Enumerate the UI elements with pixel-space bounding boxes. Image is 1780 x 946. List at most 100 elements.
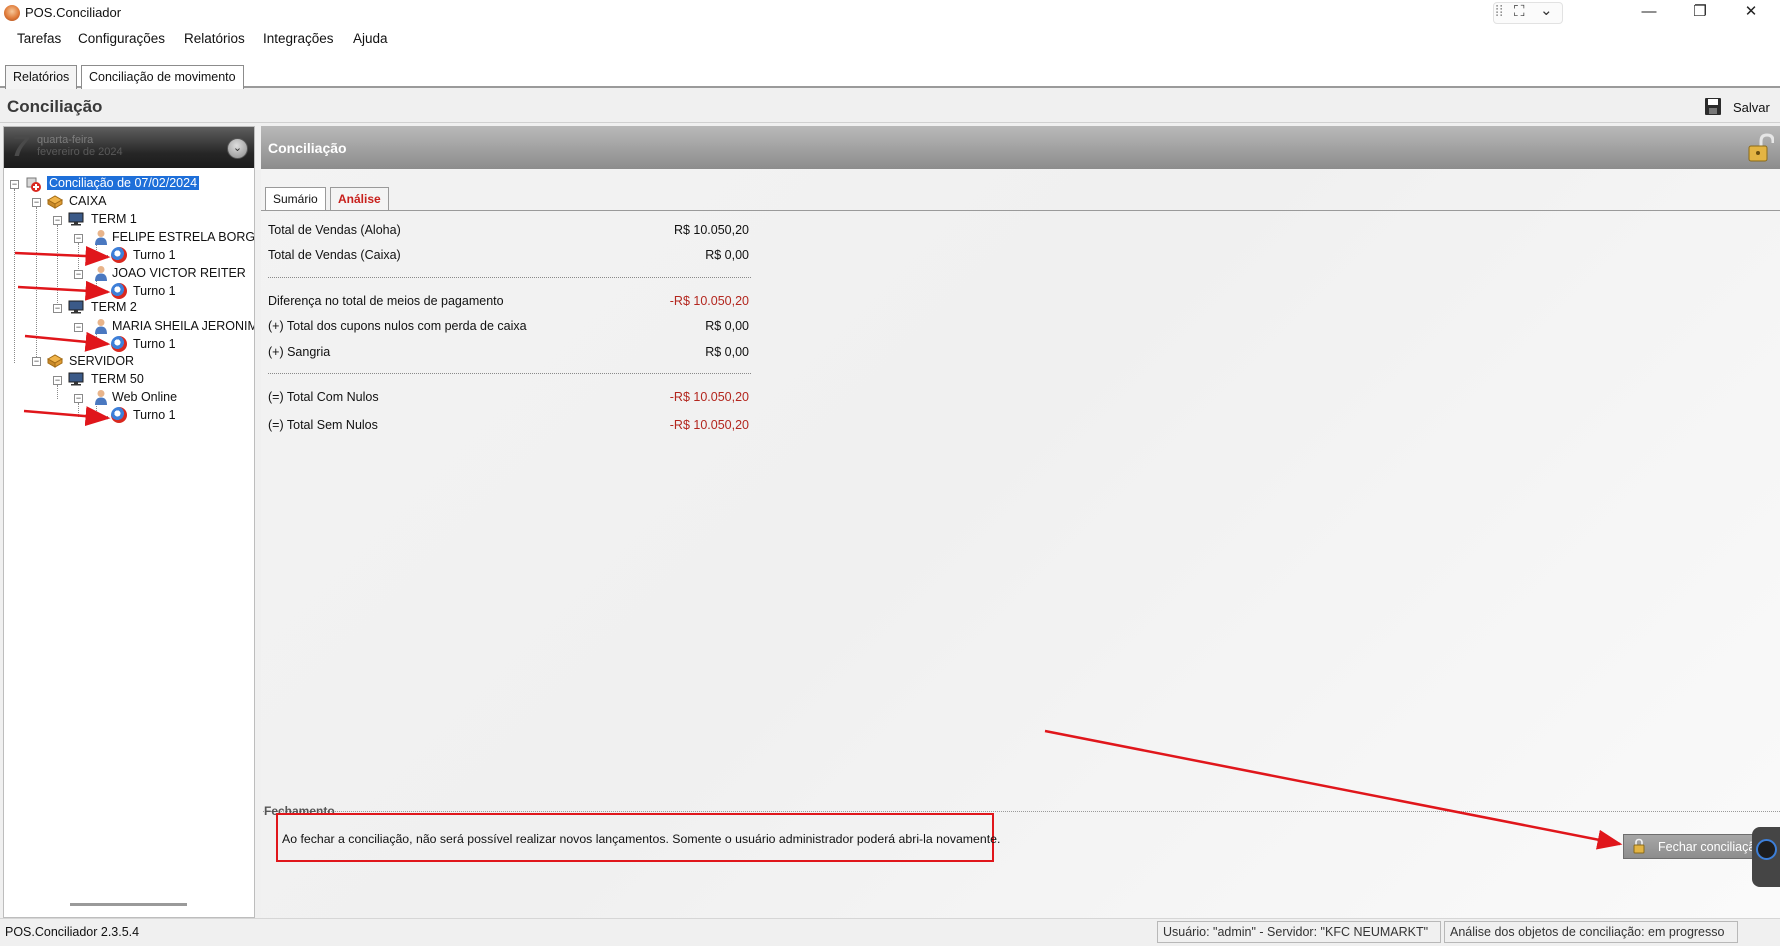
tree-node-term2[interactable]: TERM 2 xyxy=(91,300,137,314)
summary-value-cupons-nulos: R$ 0,00 xyxy=(705,319,749,333)
server-box-icon xyxy=(47,354,63,368)
tree-node-term1[interactable]: TERM 1 xyxy=(91,212,137,226)
fechar-conciliacao-label[interactable]: Fechar conciliação xyxy=(1658,840,1756,854)
fechamento-warning-text: Ao fechar a conciliação, não será possív… xyxy=(282,832,1001,846)
tab-relatorios[interactable]: Relatórios xyxy=(5,65,78,89)
restore-button[interactable]: ❐ xyxy=(1677,0,1723,26)
menu-relatorios[interactable]: Relatórios xyxy=(184,31,245,46)
cash-box-icon xyxy=(47,195,63,209)
summary-label-diferenca: Diferença no total de meios de pagamento xyxy=(268,294,504,308)
expand-icon[interactable]: ⛶ xyxy=(1514,3,1525,20)
tree-collapse-toggle[interactable]: − xyxy=(53,304,62,313)
calendar-dropdown-icon[interactable]: ⌄ xyxy=(227,138,248,159)
tree-connector xyxy=(96,344,108,345)
subtab-sumario[interactable]: Sumário xyxy=(265,187,326,211)
save-button[interactable]: Salvar xyxy=(1733,100,1770,115)
tree-connector xyxy=(57,385,58,399)
terminal-monitor-icon xyxy=(68,372,84,386)
menu-integracoes[interactable]: Integrações xyxy=(263,31,334,46)
tree-collapse-toggle[interactable]: − xyxy=(32,198,41,207)
tree-collapse-toggle[interactable]: − xyxy=(32,357,41,366)
window-title: POS.Conciliador xyxy=(25,5,122,20)
summary-value-total-com-nulos: -R$ 10.050,20 xyxy=(669,390,749,404)
tree-node-shift-felipe[interactable]: Turno 1 xyxy=(133,248,176,262)
tree-node-operator-felipe[interactable]: FELIPE ESTRELA BORGES I xyxy=(112,230,254,244)
chevron-down-icon[interactable]: ⌄ xyxy=(1540,1,1553,19)
calendar-weekday: quarta-feira xyxy=(37,134,94,146)
tree-collapse-toggle[interactable]: − xyxy=(74,234,83,243)
padlock-icon xyxy=(1633,838,1645,854)
page-header xyxy=(0,89,1780,123)
document-tabs-bar xyxy=(0,52,1780,88)
tree-collapse-toggle[interactable]: − xyxy=(53,376,62,385)
shift-status-icon xyxy=(111,407,127,423)
operator-person-icon xyxy=(95,319,107,334)
terminal-monitor-icon xyxy=(68,212,84,226)
tree-node-caixa[interactable]: CAIXA xyxy=(69,194,107,208)
main-content-panel xyxy=(261,126,1780,918)
menu-ajuda[interactable]: Ajuda xyxy=(353,31,388,46)
summary-value-diferenca: -R$ 10.050,20 xyxy=(669,294,749,308)
tree-node-shift-joao[interactable]: Turno 1 xyxy=(133,284,176,298)
tab-conciliacao-de-movimento[interactable]: Conciliação de movimento xyxy=(81,65,244,90)
operator-person-icon xyxy=(95,390,107,405)
tree-connector xyxy=(96,255,108,256)
tree-node-shift-maria[interactable]: Turno 1 xyxy=(133,337,176,351)
tree-collapse-toggle[interactable]: − xyxy=(74,323,83,332)
tree-collapse-toggle[interactable]: − xyxy=(74,270,83,279)
operator-person-icon xyxy=(95,266,107,281)
tree-connector xyxy=(36,207,37,363)
conciliation-tree-panel xyxy=(3,126,255,918)
remote-support-icon[interactable] xyxy=(1756,839,1777,860)
tree-node-servidor[interactable]: SERVIDOR xyxy=(69,354,134,368)
summary-value-vendas-aloha: R$ 10.050,20 xyxy=(673,223,749,237)
tree-node-operator-joao[interactable]: JOAO VICTOR REITER xyxy=(112,266,246,280)
main-panel-header xyxy=(261,126,1780,169)
summary-label-sangria: (+) Sangria xyxy=(268,345,331,359)
summary-separator xyxy=(268,373,751,374)
app-icon xyxy=(4,5,20,21)
tree-collapse-toggle[interactable]: − xyxy=(10,180,19,189)
status-user-server: Usuário: "admin" - Servidor: "KFC NEUMAR… xyxy=(1157,921,1441,943)
tree-connector xyxy=(96,403,97,417)
tree-node-term50[interactable]: TERM 50 xyxy=(91,372,144,386)
menu-tarefas[interactable]: Tarefas xyxy=(17,31,61,46)
tree-node-shift-web[interactable]: Turno 1 xyxy=(133,408,176,422)
fechamento-separator xyxy=(263,811,1780,812)
unlocked-padlock-icon[interactable] xyxy=(1748,133,1774,163)
calendar-month-year: fevereiro de 2024 xyxy=(37,146,123,158)
page-title: Conciliação xyxy=(7,97,103,116)
summary-value-sangria: R$ 0,00 xyxy=(705,345,749,359)
tree-node-operator-web[interactable]: Web Online xyxy=(112,390,177,404)
minimize-button[interactable]: — xyxy=(1626,0,1672,26)
subtab-analise[interactable]: Análise xyxy=(330,187,389,210)
operator-person-icon xyxy=(95,230,107,245)
main-panel-title: Conciliação xyxy=(268,140,347,156)
floppy-disk-icon[interactable] xyxy=(1705,98,1721,115)
calendar-day-number: 7 xyxy=(12,130,29,163)
subtab-divider xyxy=(261,210,1780,211)
tree-collapse-toggle[interactable]: − xyxy=(53,216,62,225)
shift-status-icon xyxy=(111,283,127,299)
conciliation-root-icon xyxy=(26,177,41,192)
tree-connector xyxy=(96,416,108,417)
menu-configuracoes[interactable]: Configurações xyxy=(78,31,165,46)
tree-connector xyxy=(57,225,58,307)
tree-connector xyxy=(14,189,15,363)
summary-value-vendas-caixa: R$ 0,00 xyxy=(705,248,749,262)
summary-label-total-sem-nulos: (=) Total Sem Nulos xyxy=(268,418,378,432)
app-version: POS.Conciliador 2.3.5.4 xyxy=(5,925,140,939)
summary-label-total-com-nulos: (=) Total Com Nulos xyxy=(268,390,379,404)
summary-value-total-sem-nulos: -R$ 10.050,20 xyxy=(669,418,749,432)
tree-connector xyxy=(78,403,79,417)
summary-label-vendas-caixa: Total de Vendas (Caixa) xyxy=(268,248,401,262)
terminal-monitor-icon xyxy=(68,300,84,314)
close-button[interactable]: ✕ xyxy=(1728,0,1774,26)
tree-collapse-toggle[interactable]: − xyxy=(74,394,83,403)
summary-label-cupons-nulos: (+) Total dos cupons nulos com perda de … xyxy=(268,319,527,333)
tree-node-operator-maria[interactable]: MARIA SHEILA JERONIMO xyxy=(112,319,254,333)
shift-status-icon xyxy=(111,247,127,263)
tree-horizontal-scrollbar[interactable] xyxy=(70,903,187,906)
status-analysis-progress: Análise dos objetos de conciliação: em p… xyxy=(1444,921,1738,943)
tree-node-root[interactable]: Conciliação de 07/02/2024 xyxy=(47,176,200,190)
